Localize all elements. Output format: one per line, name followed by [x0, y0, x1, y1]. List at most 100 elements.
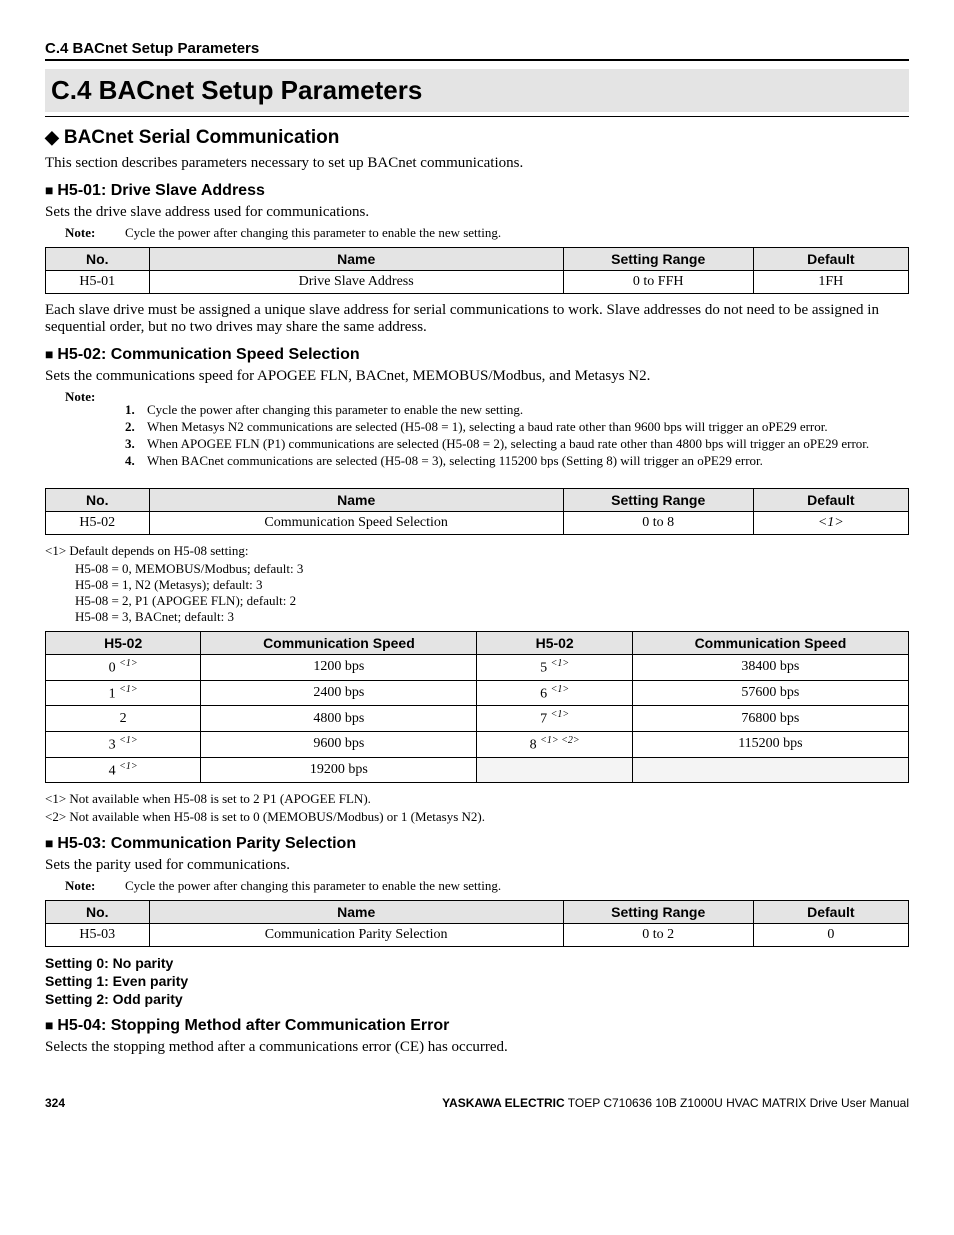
cell-setting-a: 1 <1> — [46, 680, 201, 706]
cell-range: 0 to 8 — [563, 512, 753, 535]
serial-comm-intro: This section describes parameters necess… — [45, 155, 909, 172]
table-header-row: No. Name Setting Range Default — [46, 901, 909, 924]
cell-default: 1FH — [753, 271, 908, 294]
h5-02-fn-b: <2> Not available when H5-08 is set to 0… — [45, 809, 909, 825]
table-row: 1 <1>2400 bps6 <1>57600 bps — [46, 680, 909, 706]
col-range: Setting Range — [563, 489, 753, 512]
h5-02-notes: Note: 1.Cycle the power after changing t… — [65, 389, 909, 482]
cell-no: H5-02 — [46, 512, 150, 535]
running-header: C.4 BACnet Setup Parameters — [45, 40, 909, 61]
table-header-row: No. Name Setting Range Default — [46, 248, 909, 271]
col-speed-b: Communication Speed — [632, 632, 908, 655]
cell-setting-b: 7 <1> — [477, 706, 632, 732]
cell-setting-a: 4 <1> — [46, 757, 201, 783]
cell-speed-a: 19200 bps — [201, 757, 477, 783]
table-header-row: No. Name Setting Range Default — [46, 489, 909, 512]
h5-02-fn1-d: H5-08 = 3, BACnet; default: 3 — [75, 609, 909, 625]
h5-02-desc: Sets the communications speed for APOGEE… — [45, 368, 909, 385]
cell-setting-a: 0 <1> — [46, 655, 201, 681]
table-row: 4 <1>19200 bps — [46, 757, 909, 783]
col-name: Name — [149, 248, 563, 271]
cell-speed-a: 9600 bps — [201, 731, 477, 757]
cell-speed-a: 1200 bps — [201, 655, 477, 681]
table-header-row: H5-02 Communication Speed H5-02 Communic… — [46, 632, 909, 655]
h5-01-note: Note: Cycle the power after changing thi… — [65, 225, 909, 241]
h5-01-after: Each slave drive must be assigned a uniq… — [45, 302, 909, 336]
cell-name: Drive Slave Address — [149, 271, 563, 294]
h5-03-heading: H5-03: Communication Parity Selection — [45, 835, 909, 853]
h5-03-setting-0: Setting 0: No parity — [45, 955, 909, 971]
h5-03-note: Note: Cycle the power after changing thi… — [65, 878, 909, 894]
col-no: No. — [46, 901, 150, 924]
cell-setting-a: 2 — [46, 706, 201, 732]
section-underline — [45, 116, 909, 117]
h5-02-fn1-a: H5-08 = 0, MEMOBUS/Modbus; default: 3 — [75, 561, 909, 577]
col-name: Name — [149, 901, 563, 924]
cell-speed-a: 4800 bps — [201, 706, 477, 732]
table-row: 24800 bps7 <1>76800 bps — [46, 706, 909, 732]
col-range: Setting Range — [563, 248, 753, 271]
note-item: When APOGEE FLN (P1) communications are … — [147, 436, 869, 452]
note-item: When BACnet communications are selected … — [147, 453, 763, 469]
note-body: Cycle the power after changing this para… — [125, 225, 501, 241]
table-row: H5-01 Drive Slave Address 0 to FFH 1FH — [46, 271, 909, 294]
table-row: H5-02 Communication Speed Selection 0 to… — [46, 512, 909, 535]
cell-range: 0 to 2 — [563, 924, 753, 947]
cell-range: 0 to FFH — [563, 271, 753, 294]
h5-02-fn1-c: H5-08 = 2, P1 (APOGEE FLN); default: 2 — [75, 593, 909, 609]
col-default: Default — [753, 489, 908, 512]
cell-setting-b: 5 <1> — [477, 655, 632, 681]
cell-no: H5-03 — [46, 924, 150, 947]
col-h5-02-a: H5-02 — [46, 632, 201, 655]
h5-02-fn1-b: H5-08 = 1, N2 (Metasys); default: 3 — [75, 577, 909, 593]
h5-03-setting-2: Setting 2: Odd parity — [45, 991, 909, 1007]
note-body: Cycle the power after changing this para… — [125, 878, 501, 894]
table-row: 3 <1>9600 bps8 <1> <2>115200 bps — [46, 731, 909, 757]
cell-no: H5-01 — [46, 271, 150, 294]
cell-setting-b: 8 <1> <2> — [477, 731, 632, 757]
cell-setting-b — [477, 757, 632, 783]
col-range: Setting Range — [563, 901, 753, 924]
page-footer: 324 YASKAWA ELECTRIC TOEP C710636 10B Z1… — [45, 1096, 909, 1110]
cell-default: 0 — [753, 924, 908, 947]
page-number: 324 — [45, 1096, 65, 1110]
cell-default: <1> — [753, 512, 908, 535]
col-name: Name — [149, 489, 563, 512]
table-row: H5-03 Communication Parity Selection 0 t… — [46, 924, 909, 947]
h5-03-table: No. Name Setting Range Default H5-03 Com… — [45, 900, 909, 947]
h5-03-desc: Sets the parity used for communications. — [45, 857, 909, 874]
h5-04-heading: H5-04: Stopping Method after Communicati… — [45, 1017, 909, 1035]
col-h5-02-b: H5-02 — [477, 632, 632, 655]
section-title: C.4 BACnet Setup Parameters — [45, 69, 909, 112]
cell-speed-b — [632, 757, 908, 783]
h5-01-table: No. Name Setting Range Default H5-01 Dri… — [45, 247, 909, 294]
h5-04-desc: Selects the stopping method after a comm… — [45, 1039, 909, 1056]
cell-speed-a: 2400 bps — [201, 680, 477, 706]
h5-02-fn-a: <1> Not available when H5-08 is set to 2… — [45, 791, 909, 807]
col-no: No. — [46, 248, 150, 271]
h5-02-heading: H5-02: Communication Speed Selection — [45, 346, 909, 364]
cell-speed-b: 38400 bps — [632, 655, 908, 681]
subsection-serial-comm: BACnet Serial Communication — [45, 127, 909, 149]
h5-03-setting-1: Setting 1: Even parity — [45, 973, 909, 989]
table-row: 0 <1>1200 bps5 <1>38400 bps — [46, 655, 909, 681]
cell-setting-b: 6 <1> — [477, 680, 632, 706]
footer-doc-ref: YASKAWA ELECTRIC TOEP C710636 10B Z1000U… — [442, 1096, 909, 1110]
col-default: Default — [753, 248, 908, 271]
cell-speed-b: 76800 bps — [632, 706, 908, 732]
cell-speed-b: 57600 bps — [632, 680, 908, 706]
col-speed-a: Communication Speed — [201, 632, 477, 655]
cell-name: Communication Parity Selection — [149, 924, 563, 947]
note-label: Note: — [65, 389, 125, 482]
cell-setting-a: 3 <1> — [46, 731, 201, 757]
note-item: When Metasys N2 communications are selec… — [147, 419, 828, 435]
h5-01-heading: H5-01: Drive Slave Address — [45, 182, 909, 200]
h5-02-speed-table: H5-02 Communication Speed H5-02 Communic… — [45, 631, 909, 783]
h5-02-fn1-lead: <1> Default depends on H5-08 setting: — [45, 543, 909, 559]
note-label: Note: — [65, 878, 125, 894]
col-default: Default — [753, 901, 908, 924]
cell-name: Communication Speed Selection — [149, 512, 563, 535]
cell-speed-b: 115200 bps — [632, 731, 908, 757]
h5-01-desc: Sets the drive slave address used for co… — [45, 204, 909, 221]
note-item: Cycle the power after changing this para… — [147, 402, 523, 418]
